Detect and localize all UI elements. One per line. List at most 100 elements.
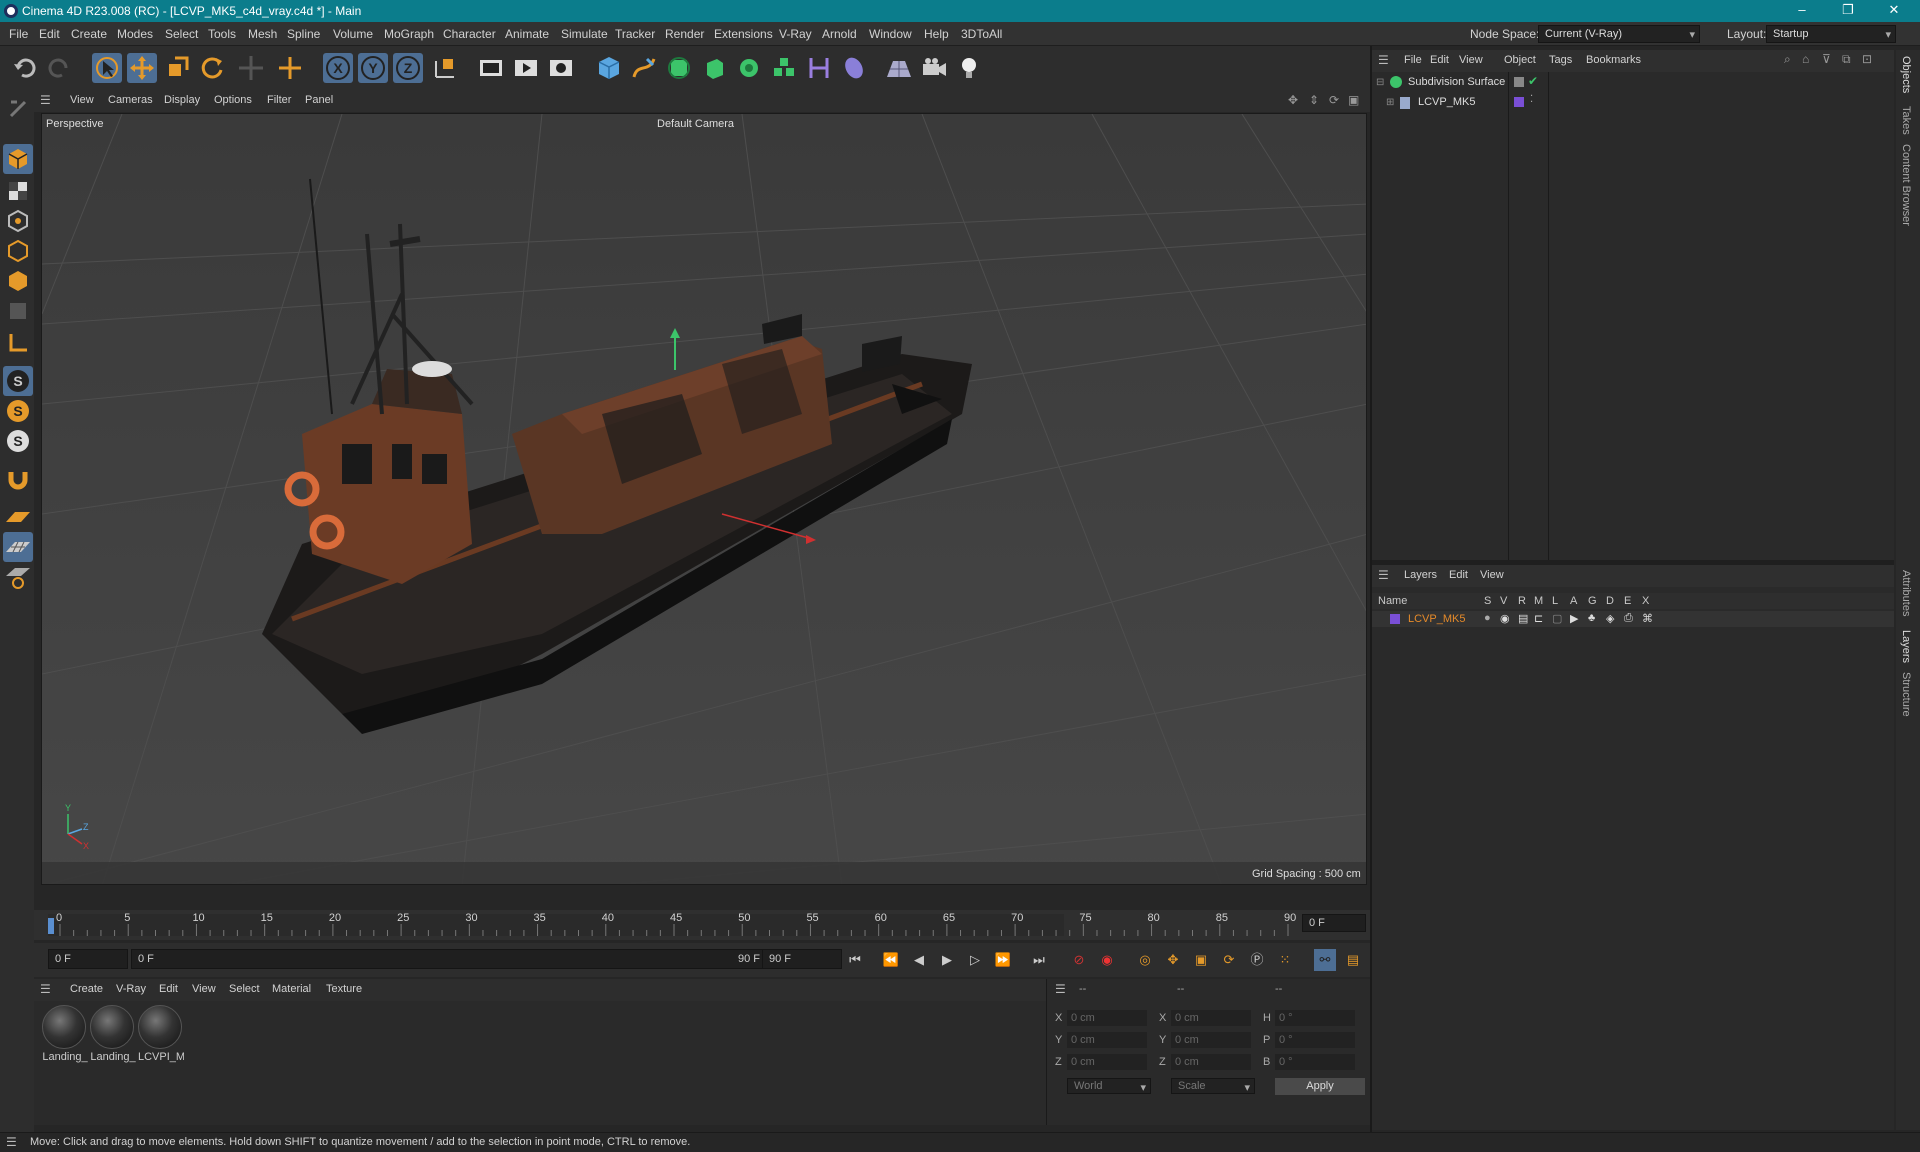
rotation-h-field[interactable]: 0 ° (1275, 1010, 1355, 1026)
record-keys-icon[interactable]: ⊘ (1068, 949, 1090, 971)
menu-edit[interactable]: Edit (39, 27, 60, 41)
lock-icon[interactable]: ▢ (1552, 612, 1562, 625)
key-position-icon[interactable]: ✥ (1162, 949, 1184, 971)
manager-tree-icon[interactable]: ⊏ (1534, 612, 1543, 625)
edge-mode-icon[interactable] (3, 236, 33, 266)
menu-mograph[interactable]: MoGraph (384, 27, 434, 41)
enabled-check-icon[interactable]: ✔ (1528, 74, 1538, 88)
timeline-ruler[interactable]: 0 5 10 15 20 25 30 35 40 45 50 55 60 65 70 75 80 85 90 0 F (34, 910, 1370, 940)
material-swatch[interactable]: Landing_ (90, 1005, 136, 1065)
autokey-icon[interactable]: ◉ (1096, 949, 1118, 971)
viewport-maximize-icon[interactable]: ▣ (1348, 93, 1359, 107)
object-menu-tags[interactable]: Tags (1549, 54, 1572, 66)
uv-mode-icon[interactable] (3, 296, 33, 326)
material-hamburger-icon[interactable]: ☰ (40, 982, 51, 996)
close-icon[interactable]: ✕ (1884, 2, 1904, 18)
hamburger-icon[interactable]: ☰ (40, 93, 51, 107)
tab-layers[interactable]: Layers (1900, 630, 1912, 663)
workplane-icon[interactable] (3, 502, 33, 532)
floor-environment-icon[interactable] (884, 53, 914, 83)
viewport-move-icon[interactable]: ✥ (1288, 93, 1298, 107)
material-swatch[interactable]: LCVPI_M (138, 1005, 184, 1065)
filter-icon[interactable]: ⊽ (1822, 52, 1831, 66)
panel-options-icon[interactable]: ⊡ (1862, 52, 1872, 66)
camera-icon[interactable] (919, 53, 949, 83)
x-axis-lock-icon[interactable]: X (323, 53, 353, 83)
node-space-dropdown[interactable]: Current (V-Ray) (1538, 25, 1700, 43)
rotate-tool-icon[interactable] (197, 53, 227, 83)
scale-x-field[interactable]: 0 cm (1171, 1010, 1251, 1026)
next-key-icon[interactable]: ⏩ (992, 949, 1014, 971)
menu-mesh[interactable]: Mesh (248, 27, 277, 41)
make-editable-icon[interactable] (3, 94, 33, 124)
select-cursor-icon[interactable] (92, 53, 122, 83)
material-menu-view[interactable]: View (192, 983, 216, 995)
layer-menu-edit[interactable]: Edit (1449, 569, 1468, 581)
material-menu-material[interactable]: Material (272, 983, 311, 995)
object-row-lcvp[interactable]: ⊞ LCVP_MK5 (1386, 96, 1508, 112)
viewport-camera-label[interactable]: Default Camera (657, 118, 734, 130)
menu-3dtoall[interactable]: 3DToAll (961, 27, 1002, 41)
deformer-icon[interactable]: ◈ (1606, 612, 1614, 625)
menu-volume[interactable]: Volume (333, 27, 373, 41)
menu-tools[interactable]: Tools (208, 27, 236, 41)
render-settings-icon[interactable] (546, 53, 576, 83)
rotation-b-field[interactable]: 0 ° (1275, 1054, 1355, 1070)
subdivision-surface-icon[interactable] (664, 53, 694, 83)
motion-tracker-icon[interactable]: ⚯ (1314, 949, 1336, 971)
key-rotation-icon[interactable]: ⟳ (1218, 949, 1240, 971)
layer-color-swatch[interactable] (1514, 97, 1524, 107)
redo-icon[interactable] (44, 53, 74, 83)
home-icon[interactable]: ⌂ (1802, 52, 1809, 66)
rotation-p-field[interactable]: 0 ° (1275, 1032, 1355, 1048)
cube-primitive-icon[interactable] (594, 53, 624, 83)
magnet-icon[interactable] (3, 464, 33, 494)
menu-animate[interactable]: Animate (505, 27, 549, 41)
layer-row[interactable]: LCVP_MK5 ● ◉ ▤ ⊏ ▢ ▶ ♣ ◈ ⎙ ⌘ (1372, 611, 1894, 627)
tab-attributes[interactable]: Attributes (1900, 570, 1912, 616)
render-clapper-icon[interactable]: ▤ (1518, 612, 1528, 625)
expand-icon[interactable]: ⊞ (1386, 97, 1394, 108)
viewport-menu-display[interactable]: Display (164, 94, 200, 106)
new-window-icon[interactable]: ⧉ (1842, 52, 1851, 67)
animation-play-icon[interactable]: ▶ (1570, 612, 1578, 625)
layer-hamburger-icon[interactable]: ☰ (1378, 568, 1389, 582)
menu-modes[interactable]: Modes (117, 27, 153, 41)
render-picture-viewer-icon[interactable] (511, 53, 541, 83)
previous-frame-icon[interactable]: ◀ (908, 949, 930, 971)
material-menu-edit[interactable]: Edit (159, 983, 178, 995)
viewport-menu-options[interactable]: Options (214, 94, 252, 106)
snap-settings-icon[interactable]: S (3, 396, 33, 426)
viewport-rotate-icon[interactable]: ⟳ (1329, 93, 1339, 107)
polygon-mode-icon[interactable] (3, 266, 33, 296)
menu-spline[interactable]: Spline (287, 27, 320, 41)
model-mode-icon[interactable] (3, 144, 33, 174)
material-swatch[interactable]: Landing_ (42, 1005, 88, 1065)
3d-viewport[interactable]: Y Z X Perspective Default Camera Grid Sp… (41, 113, 1367, 885)
y-axis-lock-icon[interactable]: Y (358, 53, 388, 83)
goto-start-icon[interactable]: ⏮ (844, 949, 866, 971)
position-y-field[interactable]: 0 cm (1067, 1032, 1147, 1048)
menu-render[interactable]: Render (665, 27, 704, 41)
end-frame-field[interactable]: 90 F (762, 949, 842, 969)
position-x-field[interactable]: 0 cm (1067, 1010, 1147, 1026)
point-mode-icon[interactable] (3, 206, 33, 236)
xref-icon[interactable]: ⌘ (1642, 612, 1653, 625)
key-pla-icon[interactable]: ⁙ (1274, 949, 1296, 971)
menu-file[interactable]: File (9, 27, 28, 41)
axis-mode-icon[interactable] (3, 328, 33, 358)
solo-dot-icon[interactable]: ● (1484, 612, 1491, 624)
scale-y-field[interactable]: 0 cm (1171, 1032, 1251, 1048)
view-eye-icon[interactable]: ◉ (1500, 612, 1510, 625)
viewport-menu-filter[interactable]: Filter (267, 94, 291, 106)
coordinate-system-icon[interactable] (430, 53, 460, 83)
object-menu-edit[interactable]: Edit (1430, 54, 1449, 66)
menu-simulate[interactable]: Simulate (561, 27, 608, 41)
material-menu-vray[interactable]: V-Ray (116, 983, 146, 995)
layer-menu-view[interactable]: View (1480, 569, 1504, 581)
menu-select[interactable]: Select (165, 27, 198, 41)
z-axis-lock-icon[interactable]: Z (393, 53, 423, 83)
position-z-field[interactable]: 0 cm (1067, 1054, 1147, 1070)
expression-icon[interactable]: ⎙ (1624, 612, 1633, 625)
deformer-icon[interactable] (804, 53, 834, 83)
